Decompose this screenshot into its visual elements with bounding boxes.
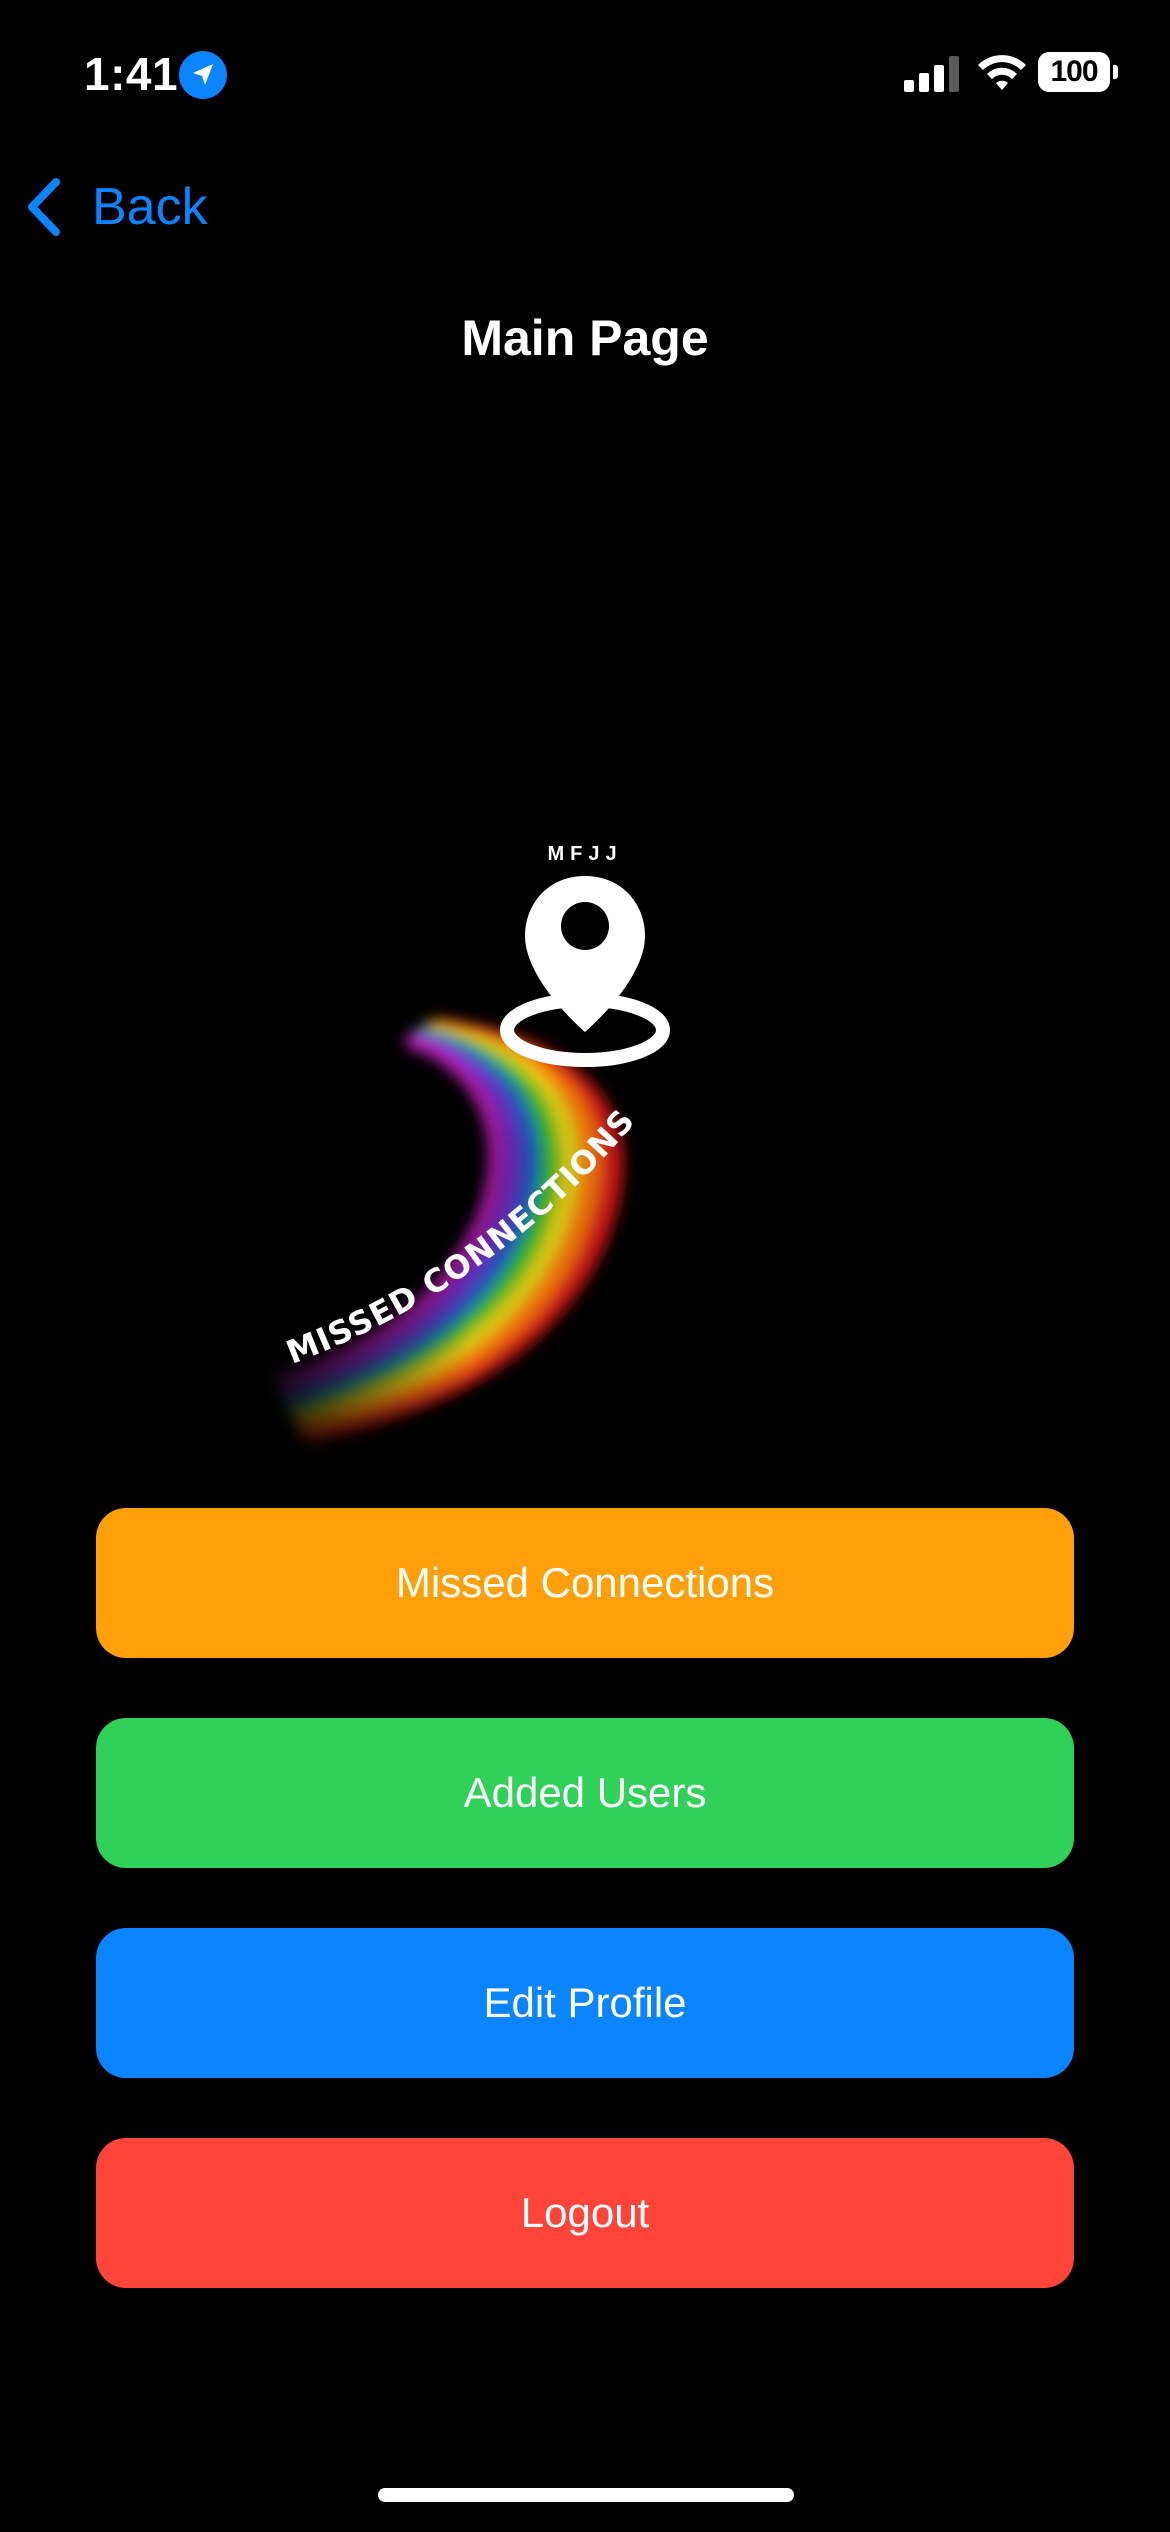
- wifi-icon: [978, 55, 1026, 90]
- missed-connections-button[interactable]: Missed Connections: [96, 1508, 1074, 1658]
- status-time: 1:41: [84, 48, 179, 100]
- battery-level: 100: [1038, 52, 1110, 92]
- battery-tip: [1113, 65, 1118, 79]
- back-button[interactable]: Back: [24, 172, 208, 242]
- back-label: Back: [92, 178, 208, 236]
- battery-icon: 100: [1038, 52, 1118, 92]
- chevron-left-icon: [28, 178, 60, 236]
- logo-top-text: MFJJ: [547, 843, 622, 865]
- missed-connections-logo: MFJJ MISSED CONNECTIONS: [240, 843, 670, 1460]
- edit-profile-button[interactable]: Edit Profile: [96, 1928, 1074, 2078]
- logout-button[interactable]: Logout: [96, 2138, 1074, 2288]
- page-title: Main Page: [461, 310, 709, 366]
- cellular-signal-icon: [904, 56, 959, 92]
- added-users-button[interactable]: Added Users: [96, 1718, 1074, 1868]
- home-indicator[interactable]: [378, 2488, 794, 2502]
- location-arrow-icon: [179, 51, 227, 99]
